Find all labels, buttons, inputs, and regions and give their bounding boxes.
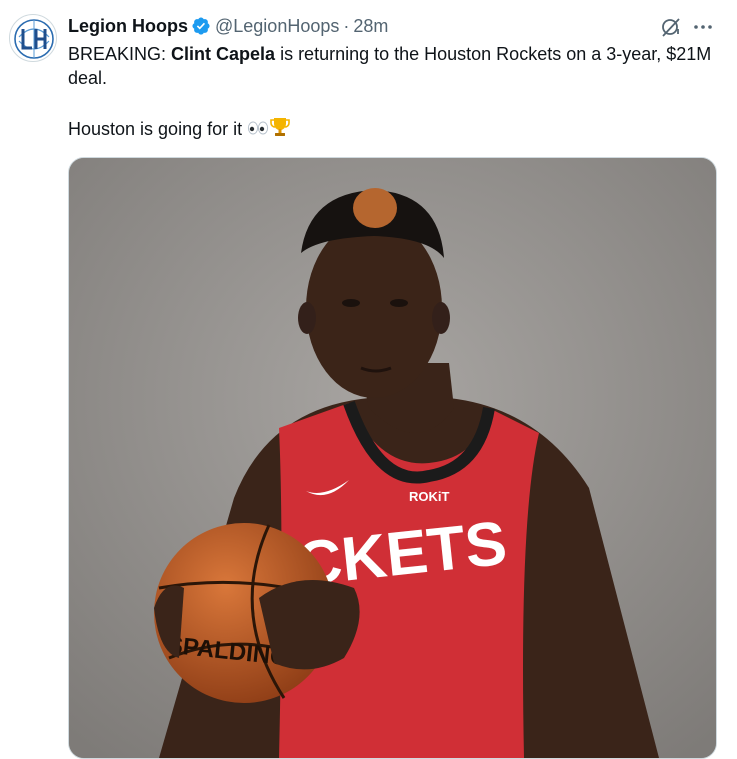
- timestamp[interactable]: 28m: [353, 16, 388, 37]
- jersey-sponsor-text: ROKiT: [409, 489, 450, 504]
- grok-icon[interactable]: [659, 15, 683, 39]
- avatar[interactable]: [9, 14, 57, 62]
- breaking-prefix: BREAKING:: [68, 44, 172, 64]
- tweet-header: Legion Hoops @LegionHoops · 28m: [68, 14, 637, 38]
- tweet[interactable]: Legion Hoops @LegionHoops · 28m BREAKING…: [0, 0, 737, 759]
- verified-badge-icon: [192, 17, 210, 35]
- eyes-emoji: [247, 118, 269, 144]
- player-photo: ROKiT CKETS SPALDING: [69, 158, 716, 758]
- handle[interactable]: @LegionHoops: [215, 16, 339, 37]
- tweet-line-1: BREAKING: Clint Capela is returning to t…: [68, 42, 728, 90]
- display-name[interactable]: Legion Hoops: [68, 16, 188, 37]
- tweet-media-photo[interactable]: ROKiT CKETS SPALDING: [68, 157, 717, 759]
- trophy-emoji: [269, 116, 291, 144]
- legion-hoops-logo: [14, 19, 54, 59]
- more-options-icon[interactable]: [690, 15, 716, 39]
- separator-dot: ·: [343, 15, 350, 36]
- tweet-line-2-text: Houston is going for it: [68, 119, 243, 139]
- player-name: Clint Capela: [171, 44, 276, 64]
- tweet-text: BREAKING: Clint Capela is returning to t…: [68, 42, 728, 144]
- tweet-line-2: Houston is going for it: [68, 116, 728, 144]
